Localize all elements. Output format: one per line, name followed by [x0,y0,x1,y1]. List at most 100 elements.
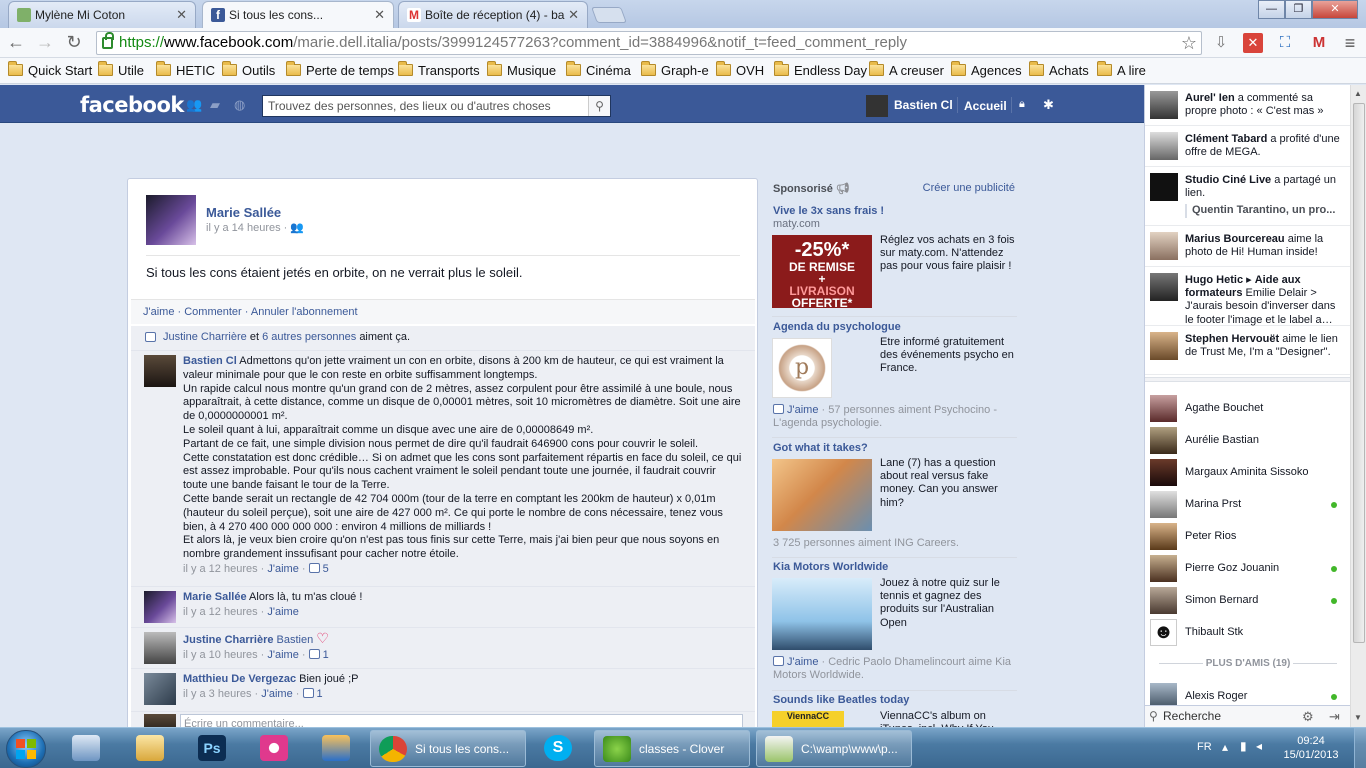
scrollbar-thumb[interactable] [1353,103,1365,643]
chat-friend[interactable]: Peter Rios [1145,521,1351,553]
taskbar-photoshop[interactable]: Ps [190,730,238,767]
comment-time[interactable]: il y a 12 heures [183,563,258,575]
ad-image-maty[interactable]: -25%* DE REMISE + LIVRAISON OFFERTE* [772,235,872,309]
messages-icon[interactable]: ▰ [210,98,224,111]
forward-button[interactable]: → [34,32,56,54]
tab-active-post[interactable]: f Si tous les cons... ✕ [202,1,394,29]
bookmark-perte-de-temps[interactable]: Perte de temps [286,61,394,78]
ticker-item[interactable]: Hugo Hetic ▸ Aide aux formateurs Emilie … [1145,267,1351,326]
close-tab-icon[interactable]: ✕ [568,7,579,23]
avatar[interactable] [144,355,176,387]
settings-gear-icon[interactable]: ✱ [1043,98,1057,111]
taskbar-app-blue[interactable] [314,730,362,767]
comment-button[interactable]: Commenter [184,306,241,318]
comment-tagged-name[interactable]: Bastien [277,634,314,646]
comment-time[interactable]: il y a 3 heures [183,688,251,700]
taskbar-app-pink[interactable] [252,730,300,767]
back-button[interactable]: ← [5,32,27,54]
chat-search-input[interactable]: Recherche [1163,709,1221,723]
scroll-down-icon[interactable]: ▼ [1354,713,1362,722]
close-window-button[interactable]: ✕ [1312,0,1358,19]
ticker-item[interactable]: Studio Ciné Live a partagé un lien. Quen… [1145,167,1351,226]
comment-author[interactable]: Bastien Cl [183,355,237,367]
bookmark-cinema[interactable]: Cinéma [566,61,631,78]
comment-author[interactable]: Justine Charrière [183,634,273,646]
taskbar-explorer[interactable] [128,730,176,767]
home-link[interactable]: Accueil [964,99,1007,113]
comment-like-button[interactable]: J'aime [267,563,298,575]
chat-friend[interactable]: Margaux Aminita Sissoko [1145,457,1351,489]
audience-friends-icon[interactable]: 👥 [290,222,304,234]
bookmark-agences[interactable]: Agences [951,61,1022,78]
scroll-up-icon[interactable]: ▲ [1354,89,1362,98]
avatar[interactable] [144,673,176,705]
ad-like-button[interactable]: J'aime [787,404,818,416]
restore-button[interactable]: ❐ [1285,0,1312,19]
search-icon[interactable]: ⚲ [588,96,610,116]
start-button[interactable] [6,730,46,768]
profile-link[interactable]: Bastien Cl [866,95,953,117]
bookmark-outils[interactable]: Outils [222,61,275,78]
create-ad-link[interactable]: Créer une publicité [923,182,1015,194]
taskbar-clock[interactable]: 09:24 15/01/2013 [1276,734,1346,762]
chat-friend[interactable]: Agathe Bouchet [1145,393,1351,425]
unsubscribe-button[interactable]: Annuler l'abonnement [251,306,358,318]
privacy-shortcuts-icon[interactable]: 🔒︎ [1019,98,1033,111]
ad-like-button[interactable]: J'aime [787,656,818,668]
chrome-menu-icon[interactable]: ≡ [1340,33,1360,53]
post-author-avatar[interactable] [146,195,196,245]
notifications-globe-icon[interactable]: ◍ [234,98,248,111]
ticker-resize-handle[interactable] [1145,377,1351,382]
close-tab-icon[interactable]: ✕ [374,7,385,23]
new-tab-button[interactable] [591,7,627,23]
post-author-name[interactable]: Marie Sallée [206,205,281,220]
facebook-search-input[interactable]: Trouvez des personnes, des lieux ou d'au… [262,95,611,117]
comment-like-count[interactable]: 5 [323,563,329,575]
language-indicator[interactable]: FR [1197,741,1212,753]
ticker-item[interactable]: Clément Tabard a profité d'une offre de … [1145,126,1351,167]
other-likers-link[interactable]: 6 autres personnes [262,331,356,343]
bookmark-graph-e[interactable]: Graph-e [641,61,709,78]
reload-button[interactable]: ↻ [63,32,85,54]
close-tab-icon[interactable]: ✕ [176,7,187,23]
bookmark-ovh[interactable]: OVH [716,61,764,78]
ad-title[interactable]: Agenda du psychologue [773,320,901,334]
chat-friend[interactable]: Alexis Roger [1145,681,1351,705]
chat-friend[interactable]: Marina Prst [1145,489,1351,521]
like-button[interactable]: J'aime [143,306,174,318]
address-bar[interactable]: https://www.facebook.com/marie.dell.ital… [96,31,1202,55]
tray-expand-icon[interactable]: ▴ [1222,740,1228,754]
ad-title[interactable]: Kia Motors Worldwide [773,560,888,574]
chat-settings-gear-icon[interactable]: ⚙ [1302,706,1314,727]
avatar[interactable] [144,591,176,623]
bookmark-utile[interactable]: Utile [98,61,144,78]
bookmark-musique[interactable]: Musique [487,61,556,78]
chat-search-bar[interactable]: ⚲ Recherche ⚙ ⇥ [1145,705,1351,727]
comment-author[interactable]: Matthieu De Vergezac [183,673,296,685]
comment-like-count[interactable]: 1 [323,649,329,661]
ad-image-ing[interactable] [772,459,872,531]
comment-time[interactable]: il y a 12 heures [183,606,258,618]
gmail-checker-icon[interactable]: M [1309,33,1329,53]
liker-name[interactable]: Justine Charrière [163,331,247,343]
facebook-logo[interactable]: facebook [80,93,184,117]
friend-requests-icon[interactable]: 👥 [186,98,202,111]
ad-title[interactable]: Got what it takes? [773,441,868,455]
ticker-item[interactable]: Aurel' Ien a commenté sa propre photo : … [1145,85,1351,126]
chat-friend[interactable]: Aurélie Bastian [1145,425,1351,457]
bookmark-transports[interactable]: Transports [398,61,480,78]
comment-like-button[interactable]: J'aime [267,649,298,661]
taskbar-chrome-window[interactable]: Si tous les cons... [370,730,526,767]
comment-author[interactable]: Marie Sallée [183,591,247,603]
bookmark-achats[interactable]: Achats [1029,61,1089,78]
chat-friend[interactable]: ☻ Thibault Stk [1145,617,1351,649]
bookmark-endless-day[interactable]: Endless Day [774,61,867,78]
comment-time[interactable]: il y a 10 heures [183,649,258,661]
page-scrollbar[interactable]: ▲ ▼ [1350,85,1366,727]
ad-domain[interactable]: maty.com [773,218,820,230]
bookmark-a-lire[interactable]: A lire [1097,61,1146,78]
bookmark-hetic[interactable]: HETIC [156,61,215,78]
chat-popout-icon[interactable]: ⇥ [1329,706,1340,727]
post-time[interactable]: il y a 14 heures [206,222,281,234]
comment-like-button[interactable]: J'aime [267,606,298,618]
